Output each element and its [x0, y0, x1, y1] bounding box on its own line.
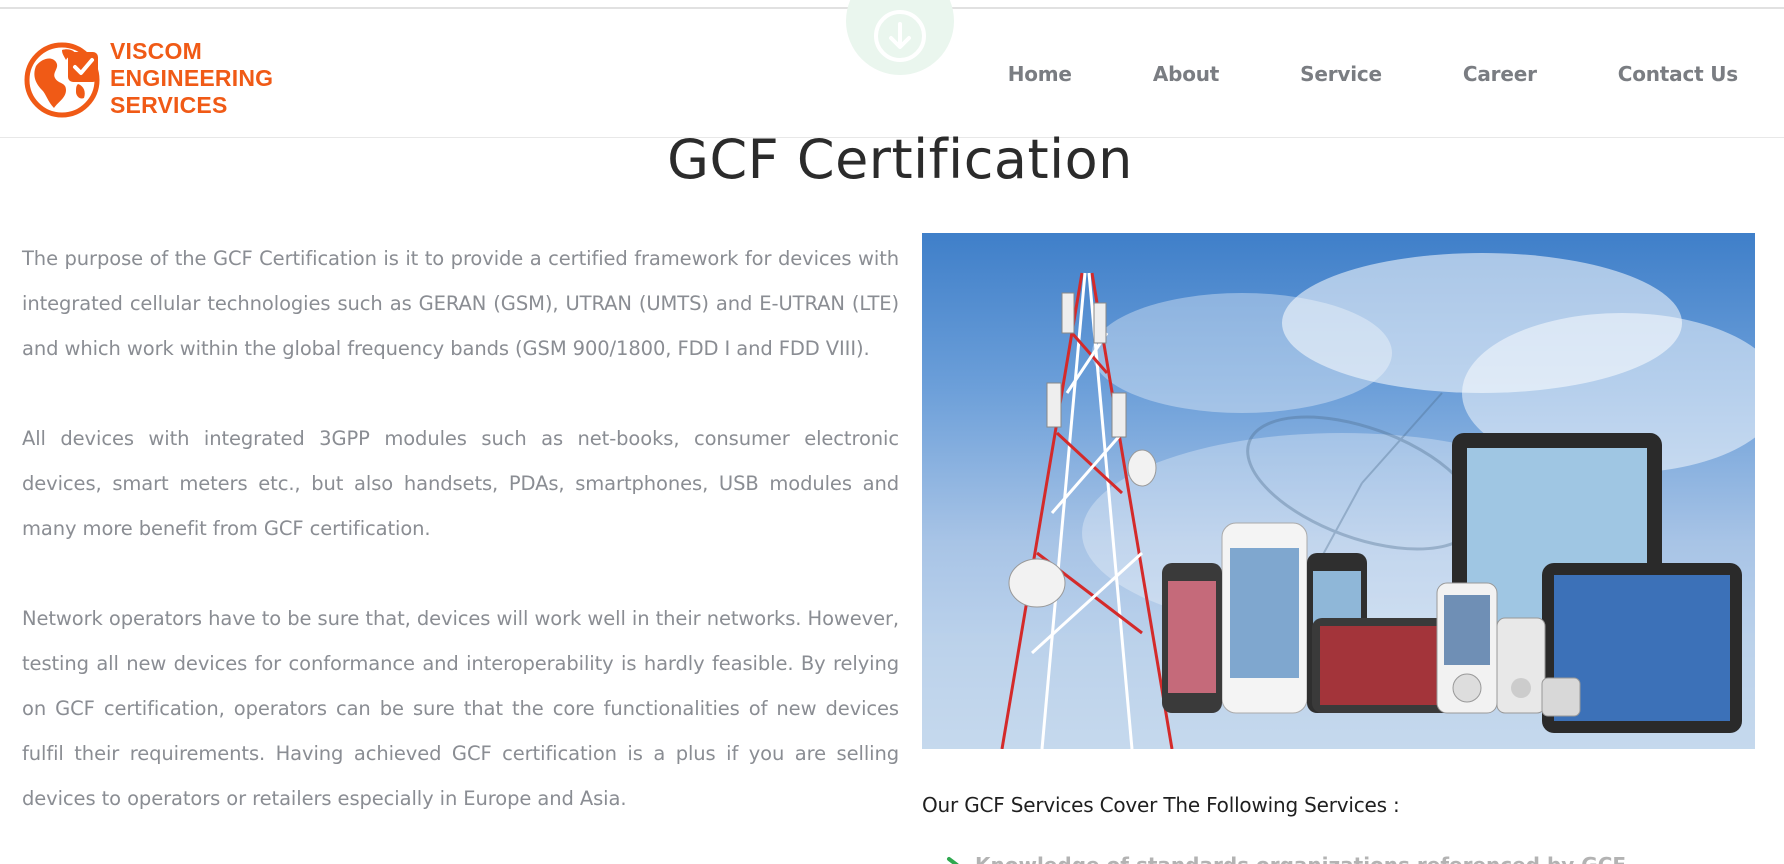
page-title: GCF Certification — [667, 128, 1133, 191]
intro-paragraph-3: Network operators have to be sure that, … — [22, 607, 899, 810]
intro-paragraph-2: All devices with integrated 3GPP modules… — [22, 427, 899, 540]
nav-home[interactable]: Home — [1008, 62, 1072, 86]
service-item-label: Knowledge of standards organizations ref… — [975, 853, 1626, 864]
logo-line-3: SERVICES — [110, 91, 228, 118]
services-heading: Our GCF Services Cover The Following Ser… — [922, 793, 1400, 817]
logo-line-1: VISCOM — [110, 37, 202, 64]
globe-check-icon — [24, 42, 100, 118]
intro-text-column: The purpose of the GCF Certification is … — [22, 236, 899, 864]
nav-service[interactable]: Service — [1300, 62, 1382, 86]
services-list: Knowledge of standards organizations ref… — [945, 850, 1626, 864]
chevron-right-icon — [947, 857, 959, 864]
site-header: VISCOM ENGINEERING SERVICES Home About S… — [0, 0, 1784, 138]
nav-contact-us[interactable]: Contact Us — [1618, 62, 1738, 86]
scroll-top-button[interactable] — [846, 0, 954, 75]
download-circle-icon — [874, 10, 926, 62]
telecom-illustration — [922, 253, 1755, 749]
nav-career[interactable]: Career — [1463, 62, 1537, 86]
main-navigation: Home About Service Career Contact Us — [1008, 9, 1784, 138]
logo-line-2: ENGINEERING — [110, 64, 274, 91]
intro-paragraph-1: The purpose of the GCF Certification is … — [22, 247, 899, 360]
company-logo[interactable]: VISCOM ENGINEERING SERVICES — [22, 35, 282, 121]
logo-wordmark: VISCOM ENGINEERING SERVICES — [110, 38, 273, 119]
telecom-devices-image — [922, 233, 1755, 749]
list-item: Knowledge of standards organizations ref… — [945, 850, 1626, 864]
nav-about[interactable]: About — [1153, 62, 1220, 86]
